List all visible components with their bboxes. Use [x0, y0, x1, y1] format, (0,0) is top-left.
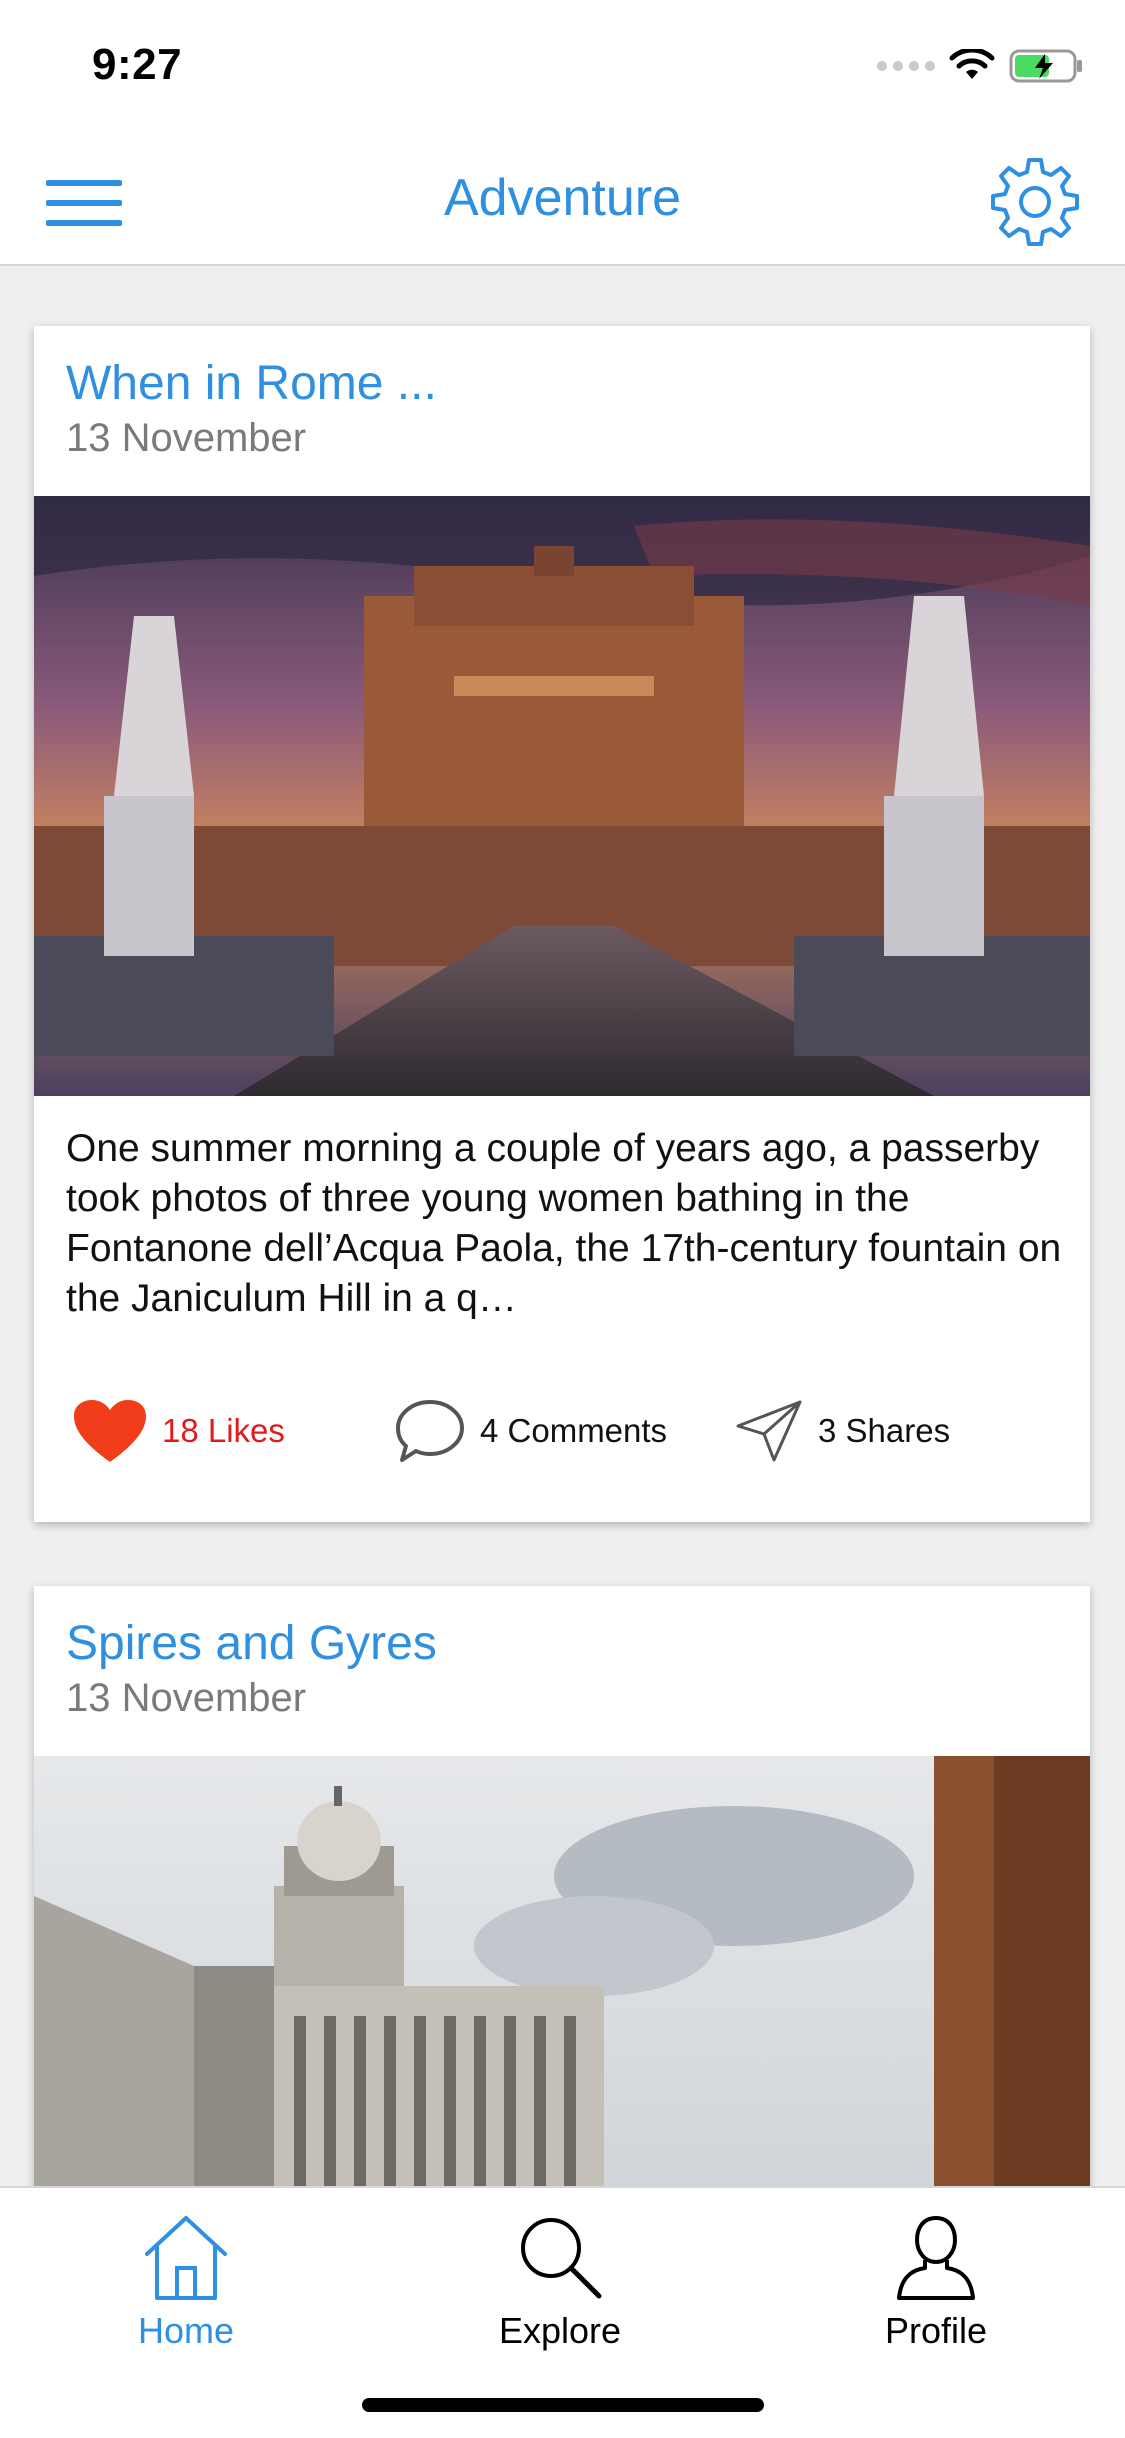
tab-explore[interactable]: Explore [460, 2202, 660, 2362]
share-button[interactable]: 3 Shares [734, 1386, 950, 1476]
navigation-bar: Adventure [0, 140, 1125, 266]
home-icon [145, 2216, 227, 2300]
tab-bar: Home Explore Profile [0, 2186, 1125, 2438]
post-card[interactable]: When in Rome ... 13 November One summer … [34, 326, 1090, 1522]
like-button[interactable]: 18 Likes [72, 1386, 285, 1476]
status-indicators [877, 48, 1085, 84]
status-bar: 9:27 [0, 0, 1125, 140]
person-icon [897, 2215, 975, 2300]
tab-profile[interactable]: Profile [836, 2202, 1036, 2362]
likes-count: 18 Likes [162, 1412, 285, 1449]
page-title: Adventure [443, 169, 682, 227]
signal-icon [877, 61, 935, 71]
tab-home[interactable]: Home [86, 2202, 286, 2362]
comments-count: 4 Comments [480, 1412, 668, 1449]
post-title[interactable]: When in Rome ... [66, 356, 437, 411]
tab-explore-label: Explore [498, 2310, 622, 2351]
tab-home-label: Home [137, 2310, 235, 2351]
send-icon [736, 1400, 802, 1462]
shares-count: 3 Shares [818, 1412, 951, 1449]
post-card[interactable]: Spires and Gyres 13 November [34, 1586, 1090, 2186]
home-indicator [362, 2398, 764, 2412]
post-date: 13 November [66, 416, 307, 460]
status-time: 9:27 [92, 40, 183, 89]
post-image[interactable] [34, 1756, 1090, 2186]
search-icon [521, 2218, 602, 2299]
settings-button[interactable] [987, 154, 1083, 250]
comment-button[interactable]: 4 Comments [394, 1386, 667, 1476]
feed[interactable]: When in Rome ... 13 November One summer … [0, 266, 1125, 2186]
battery-charging-icon [1009, 49, 1082, 83]
post-image[interactable] [34, 496, 1090, 1096]
post-excerpt: One summer morning a couple of years ago… [66, 1127, 1062, 1320]
heart-icon [74, 1400, 146, 1462]
comment-icon [396, 1400, 464, 1462]
tab-profile-label: Profile [884, 2310, 988, 2351]
gear-icon [991, 158, 1079, 246]
post-date: 13 November [66, 1676, 307, 1720]
post-title[interactable]: Spires and Gyres [66, 1616, 437, 1671]
wifi-icon [949, 49, 995, 79]
post-actions: 18 Likes 4 Comments 3 Shares [34, 1386, 1090, 1476]
